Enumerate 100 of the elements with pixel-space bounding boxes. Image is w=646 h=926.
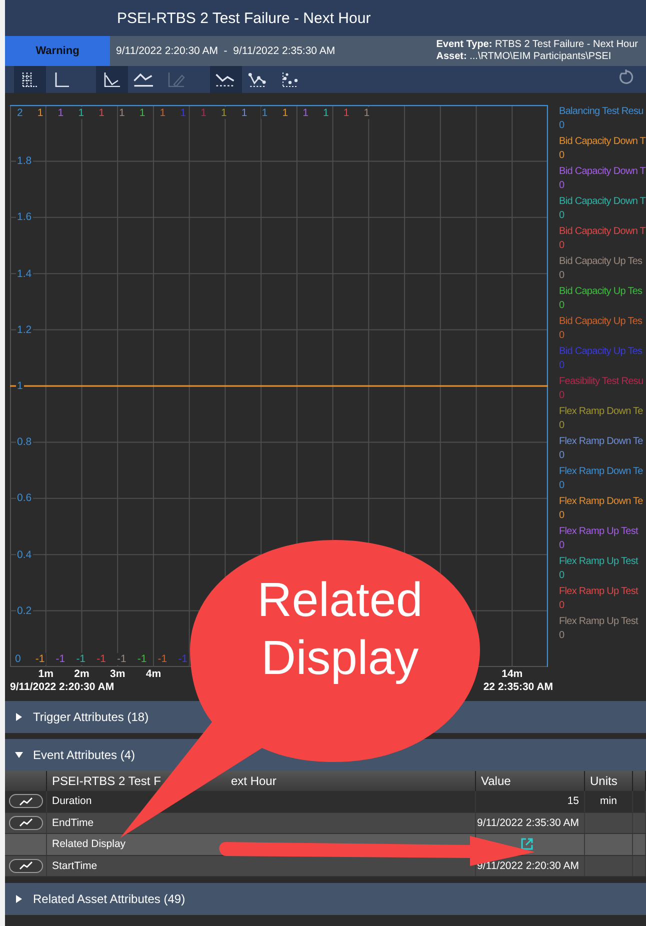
- scale-max-label: 1: [118, 107, 126, 119]
- legend-value: 0: [559, 119, 564, 133]
- scale-max-label: 1: [220, 107, 228, 119]
- scale-min-label: -1: [96, 653, 107, 665]
- window-title: PSEI-RTBS 2 Test Failure - Next Hour: [117, 10, 371, 26]
- legend-name: Bid Capacity Down T: [559, 135, 646, 149]
- legend-name: Bid Capacity Down T: [559, 165, 646, 179]
- legend-name: Balancing Test Resu: [559, 105, 644, 119]
- legend-name: Bid Capacity Up Tes: [559, 315, 642, 329]
- attribute-value: 15: [567, 795, 579, 808]
- legend-name: Flex Ramp Down Te: [559, 465, 643, 479]
- legend-value: 0: [559, 179, 564, 193]
- scale-max-label: 2: [16, 107, 24, 119]
- scale-min-label: -1: [116, 653, 128, 665]
- chart-tool-button[interactable]: [14, 66, 46, 93]
- section-header[interactable]: Related Asset Attributes (49): [5, 883, 646, 915]
- legend-value: 0: [559, 359, 564, 373]
- trend-icon: [19, 796, 33, 806]
- chart-style-icon: [54, 72, 70, 87]
- y-tick-label: 1.2: [16, 324, 33, 336]
- legend-name: Flex Ramp Up Test: [559, 615, 638, 629]
- column-header: PSEI-RTBS 2 Test F: [52, 774, 161, 788]
- legend-value: 0: [559, 569, 564, 583]
- caret-right-icon: [15, 895, 23, 903]
- legend-value: 0: [559, 239, 564, 253]
- legend-name: Flex Ramp Down Te: [559, 495, 643, 509]
- trend-button[interactable]: [9, 858, 43, 873]
- x-tick-label: 3m: [110, 668, 126, 680]
- scale-min-label: -1: [136, 653, 148, 665]
- caret-right-icon: [15, 713, 23, 721]
- table-row[interactable]: EndTime 9/11/2022 2:35:30 AM: [5, 812, 646, 834]
- chart-style-icon: [22, 72, 38, 87]
- legend-name: Flex Ramp Up Test: [559, 525, 638, 539]
- asset-path: Asset: ...\RTMO\EIM Participants\PSEI: [436, 51, 612, 63]
- start-time: 9/11/2022 2:20:30 AM: [10, 681, 114, 694]
- scale-max-label: 1: [98, 107, 106, 119]
- scale-max-label: 1: [158, 107, 167, 119]
- time-range: 9/11/2022 2:20:30 AM - 9/11/2022 2:35:30 AM: [115, 44, 336, 59]
- table-row[interactable]: Duration 15 min: [5, 791, 646, 812]
- scale-max-label: 1: [77, 107, 86, 119]
- chart-tool-button[interactable]: [210, 66, 242, 93]
- scale-max-label: 1: [200, 107, 208, 119]
- chart-style-icon: [215, 72, 237, 87]
- attribute-name: EndTime: [52, 816, 94, 829]
- legend-value: 0: [559, 419, 564, 433]
- scale-max-label: 1: [342, 107, 350, 119]
- scale-max-label: 1: [179, 107, 188, 119]
- scale-min-label: -1: [75, 653, 87, 665]
- trend-button[interactable]: [9, 794, 43, 808]
- legend-value: 0: [559, 449, 564, 463]
- scale-max-label: 1: [281, 107, 290, 119]
- attribute-units: min: [600, 795, 617, 808]
- severity-label: Warning: [5, 36, 110, 66]
- chart-tool-button[interactable]: [96, 66, 128, 93]
- legend-value: 0: [559, 329, 564, 343]
- scale-max-label: 1: [362, 107, 371, 119]
- y-tick-label: 0.8: [16, 436, 33, 448]
- y-tick-label: 1.6: [16, 211, 33, 224]
- x-tick-label: 2m: [74, 668, 90, 680]
- scale-max-label: 1: [240, 107, 248, 119]
- attribute-name: StartTime: [52, 860, 98, 872]
- end-time: 22 2:35:30 AM: [483, 681, 553, 694]
- scale-max-label: 1: [302, 107, 310, 119]
- section-title: Trigger Attributes (18): [33, 710, 149, 724]
- callout-text: Related Display: [256, 573, 424, 687]
- scale-min-label: -1: [177, 653, 189, 665]
- chart-style-icon: [282, 72, 298, 87]
- x-tick-label: 1m: [38, 668, 54, 680]
- scale-min-label: -1: [34, 653, 46, 665]
- scale-max-label: 1: [322, 107, 330, 119]
- legend-value: 0: [559, 509, 564, 523]
- legend-value: 0: [559, 599, 564, 613]
- section-title: Event Attributes (4): [33, 748, 136, 762]
- legend-name: Bid Capacity Up Tes: [559, 345, 642, 359]
- trend-button[interactable]: [9, 816, 43, 830]
- scale-min-label: -1: [54, 653, 66, 665]
- event-type: Event Type: RTBS 2 Test Failure - Next Hour: [436, 39, 638, 51]
- legend-value: 0: [559, 479, 564, 493]
- y-tick-label: 0.2: [16, 604, 33, 617]
- y-tick-label: 1: [16, 380, 24, 392]
- legend-name: Bid Capacity Up Tes: [559, 255, 642, 269]
- legend-name: Bid Capacity Down T: [559, 195, 646, 209]
- legend-value: 0: [559, 149, 564, 163]
- legend-name: Bid Capacity Up Tes: [559, 285, 642, 299]
- column-header: ext Hour: [231, 774, 276, 788]
- chart-style-icon: [104, 72, 120, 87]
- scale-min-label: 0: [14, 653, 22, 665]
- legend-value: 0: [559, 539, 564, 553]
- legend-name: Feasibility Test Resu: [559, 375, 644, 389]
- trend-icon: [19, 861, 33, 870]
- caret-down-icon: [15, 751, 23, 759]
- legend-name: Bid Capacity Down T: [559, 225, 646, 239]
- section-title: Related Asset Attributes (49): [33, 892, 186, 906]
- trend-icon: [19, 818, 33, 828]
- x-tick-label: 4m: [146, 668, 162, 680]
- external-link-icon[interactable]: [521, 838, 533, 850]
- legend-name: Flex Ramp Up Test: [559, 585, 638, 599]
- scale-max-label: 1: [36, 107, 44, 119]
- y-tick-label: 1.8: [16, 155, 33, 168]
- attribute-name: Related Display: [52, 838, 126, 850]
